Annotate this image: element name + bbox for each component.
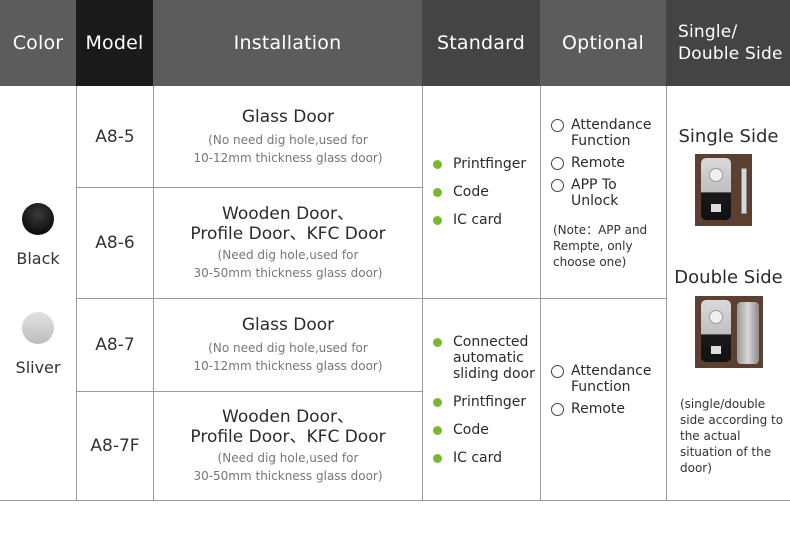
optional-features-group-2: Attendance Function Remote (541, 299, 666, 500)
installation-note: (No need dig hole,used for (208, 341, 368, 355)
installation-note: 10-12mm thickness glass door) (193, 359, 383, 373)
double-side-label: Double Side (674, 267, 783, 288)
table-header: Color Model Installation Standard Option… (0, 0, 790, 86)
header-side: Single/ Double Side (666, 0, 790, 86)
bullet-icon (433, 188, 442, 197)
standard-feature: IC card (433, 212, 540, 228)
installation-cell: Wooden Door、 Profile Door、KFC Door (Need… (154, 392, 422, 500)
optional-feature[interactable]: Remote (551, 155, 666, 171)
feature-label: Code (453, 184, 489, 200)
installation-note: (Need dig hole,used for (217, 248, 359, 262)
header-side-line2: Double Side (678, 44, 783, 64)
installation-note: 30-50mm thickness glass door) (193, 469, 383, 483)
strike-plate-icon (741, 168, 747, 214)
bullet-icon (433, 425, 442, 435)
bullet-icon (433, 160, 442, 169)
installation-title: Glass Door (241, 315, 335, 335)
lock-knob-icon (709, 310, 723, 324)
bullet-icon (433, 216, 442, 225)
optional-feature[interactable]: Attendance Function (551, 363, 666, 395)
installation-note: 10-12mm thickness glass door) (193, 150, 383, 165)
silver-swatch-icon (22, 312, 54, 344)
radio-icon[interactable] (551, 157, 564, 170)
feature-label: Attendance Function (571, 117, 652, 149)
optional-feature[interactable]: Attendance Function (551, 117, 666, 149)
side-note: (single/double side according to the act… (680, 397, 784, 475)
black-swatch-icon (22, 203, 54, 235)
standard-features-group-1: Printfinger Code IC card (423, 86, 540, 298)
radio-icon[interactable] (551, 402, 564, 416)
bullet-icon (433, 337, 442, 347)
lock-logo-icon (711, 346, 721, 354)
installation-cell: Glass Door (No need dig hole,used for 10… (154, 299, 422, 391)
bullet-icon (433, 453, 442, 463)
feature-label: Attendance Function (571, 362, 652, 395)
double-side-lock-image (695, 296, 763, 368)
model-cell: A8-7F (90, 436, 140, 456)
lock-logo-icon (711, 204, 721, 212)
installation-title: Wooden Door、 (222, 407, 354, 427)
header-standard: Standard (422, 0, 540, 86)
radio-icon[interactable] (551, 179, 564, 192)
standard-feature: Code (433, 422, 540, 438)
model-cell: A8-6 (95, 233, 135, 253)
color-label: Black (16, 249, 60, 268)
radio-icon[interactable] (551, 364, 564, 378)
header-optional: Optional (540, 0, 666, 86)
feature-label: Code (453, 421, 489, 438)
bullet-icon (433, 397, 442, 407)
installation-note: (Need dig hole,used for (217, 451, 359, 465)
header-color: Color (0, 0, 76, 86)
installation-title: Profile Door、KFC Door (190, 427, 386, 447)
installation-title: Wooden Door、 (222, 204, 354, 224)
feature-label: APP To Unlock (571, 177, 619, 209)
side-column: Single Side Double Side (single/double s… (667, 86, 790, 500)
installation-note: (No need dig hole,used for (208, 132, 368, 147)
optional-feature[interactable]: Remote (551, 401, 666, 417)
optional-features-group-1: Attendance Function Remote APP To Unlock… (541, 86, 666, 298)
feature-label: Remote (571, 400, 626, 417)
radio-icon[interactable] (551, 119, 564, 132)
standard-feature: Connected automatic sliding door (433, 334, 540, 382)
standard-features-group-2: Connected automatic sliding door Printfi… (423, 299, 540, 500)
table-bottom-border (0, 500, 790, 501)
installation-cell: Glass Door (No need dig hole,used for 10… (154, 86, 422, 187)
standard-feature: IC card (433, 450, 540, 466)
feature-label: Connected automatic sliding door (453, 333, 535, 382)
color-option-silver: Sliver (0, 312, 76, 377)
standard-feature: Printfinger (433, 394, 540, 410)
optional-note: (Note：APP and Rempte, only choose one) (553, 223, 648, 269)
feature-label: Remote (571, 155, 626, 171)
installation-cell: Wooden Door、 Profile Door、KFC Door (Need… (154, 188, 422, 298)
feature-label: Printfinger (453, 393, 527, 410)
feature-label: IC card (453, 449, 503, 466)
model-cell: A8-5 (95, 126, 135, 147)
header-model: Model (76, 0, 153, 86)
single-side-lock-image (695, 154, 752, 226)
feature-label: Printfinger (453, 156, 527, 172)
optional-feature[interactable]: APP To Unlock (551, 177, 666, 209)
standard-feature: Printfinger (433, 156, 540, 172)
color-label: Sliver (15, 358, 61, 377)
header-installation: Installation (153, 0, 422, 86)
installation-note: 30-50mm thickness glass door) (193, 266, 383, 280)
installation-title: Glass Door (241, 106, 335, 127)
strike-box-icon (737, 302, 759, 364)
header-side-line1: Single/ (678, 22, 738, 42)
single-side-label: Single Side (678, 126, 779, 147)
lock-knob-icon (709, 168, 723, 182)
model-cell: A8-7 (95, 335, 135, 355)
standard-feature: Code (433, 184, 540, 200)
color-option-black: Black (0, 203, 76, 268)
feature-label: IC card (453, 212, 503, 228)
installation-title: Profile Door、KFC Door (190, 224, 386, 244)
